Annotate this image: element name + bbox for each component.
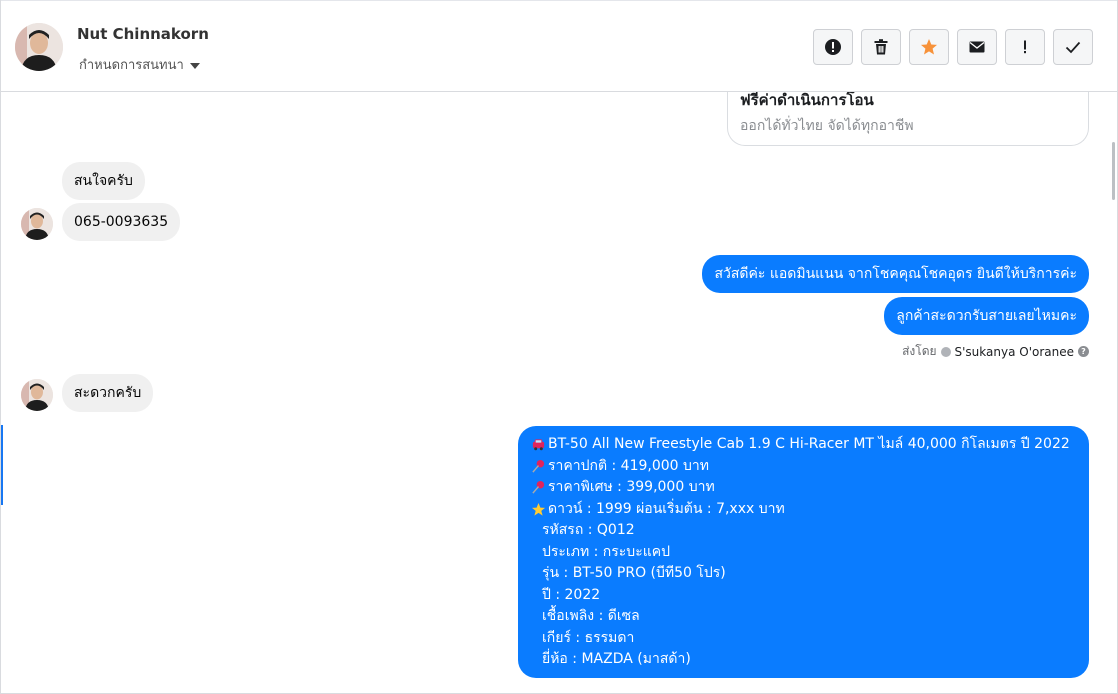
star-icon [530,502,547,517]
contact-avatar[interactable] [15,23,63,71]
assign-conversation-dropdown[interactable]: กำหนดการสนทนา [79,54,200,75]
scrollbar-thumb[interactable] [1112,142,1115,200]
selection-accent [1,425,3,505]
template-card: ฟรีค่าดำเนินการโอน ออกได้ทั่วไทย จัดได้ท… [727,92,1089,146]
trash-icon [874,39,888,55]
star-icon [921,39,937,55]
listing-line: BT-50 All New Freestyle Cab 1.9 C Hi-Rac… [530,434,1077,456]
checkmark-icon [1065,41,1081,54]
follow-up-button[interactable] [1005,29,1045,65]
special-price: ราคาพิเศษ : 399,000 บาท [548,479,715,495]
help-icon[interactable]: ? [1078,346,1089,357]
listing-line: เกียร์ : ธรรมดา [542,629,635,646]
outgoing-message[interactable]: สวัสดีค่ะ แอดมินแนน จากโชคคุณโชคอุดร ยิน… [702,255,1089,293]
message-thread[interactable]: ฟรีค่าดำเนินการโอน ออกได้ทั่วไทย จัดได้ท… [1,92,1117,694]
down-payment: ดาวน์ : 1999 ผ่อนเริ่มต้น : 7,xxx บาท [548,500,785,517]
assign-label: กำหนดการสนทนา [79,58,184,73]
mark-done-button[interactable] [1053,29,1093,65]
mark-unread-button[interactable] [957,29,997,65]
delete-button[interactable] [861,29,901,65]
caret-down-icon [189,62,200,69]
regular-price: ราคาปกติ : 419,000 บาท [548,457,709,474]
listing-line: ราคาพิเศษ : 399,000 บาท [530,477,1077,499]
sent-by-label: ส่งโดย [902,344,937,358]
listing-line: ราคาปกติ : 419,000 บาท [530,456,1077,478]
star-button[interactable] [909,29,949,65]
report-spam-button[interactable] [813,29,853,65]
action-toolbar [813,29,1093,65]
envelope-icon [969,41,985,53]
listing-line: ปี : 2022 [542,586,601,603]
listing-line: รุ่น : BT-50 PRO (บีที50 โปร) [542,565,726,581]
contact-avatar-small[interactable] [21,379,53,411]
contact-name[interactable]: Nut Chinnakorn [77,25,209,43]
pushpin-icon [530,459,547,474]
incoming-message[interactable]: 065-0093635 [62,203,181,241]
listing-line: เชื้อเพลิง : ดีเซล [542,608,640,624]
conversation-window: Nut Chinnakorn กำหนดการสนทนา ฟรีค่าดำเนิ… [0,0,1118,694]
conversation-header: Nut Chinnakorn กำหนดการสนทนา [1,0,1117,92]
listing-line: ยี่ห้อ : MAZDA (มาสด้า) [542,651,691,667]
card-subtitle: ออกได้ทั่วไทย จัดได้ทุกอาชีพ [740,118,914,134]
listing-line: ดาวน์ : 1999 ผ่อนเริ่มต้น : 7,xxx บาท [530,499,1077,521]
incoming-message[interactable]: สนใจครับ [62,162,145,200]
car-icon [530,437,547,452]
listing-title: BT-50 All New Freestyle Cab 1.9 C Hi-Rac… [548,436,1070,452]
sent-by-info: ส่งโดย S'sukanya O'oranee ? [902,342,1089,361]
listing-message[interactable]: BT-50 All New Freestyle Cab 1.9 C Hi-Rac… [518,426,1089,678]
sent-by-name[interactable]: S'sukanya O'oranee [955,345,1074,359]
listing-line: รหัสรถ : Q012 [542,522,635,538]
listing-line: ประเภท : กระบะแคป [542,543,670,560]
card-title: ฟรีค่าดำเนินการโอน [740,92,874,109]
verified-icon [940,346,951,357]
outgoing-message[interactable]: ลูกค้าสะดวกรับสายเลยไหมคะ [884,297,1089,335]
contact-avatar-small[interactable] [21,208,53,240]
incoming-message[interactable]: สะดวกครับ [62,374,154,412]
alert-circle-icon [825,39,841,55]
exclamation-icon [1024,40,1026,54]
pushpin-icon [530,480,547,495]
